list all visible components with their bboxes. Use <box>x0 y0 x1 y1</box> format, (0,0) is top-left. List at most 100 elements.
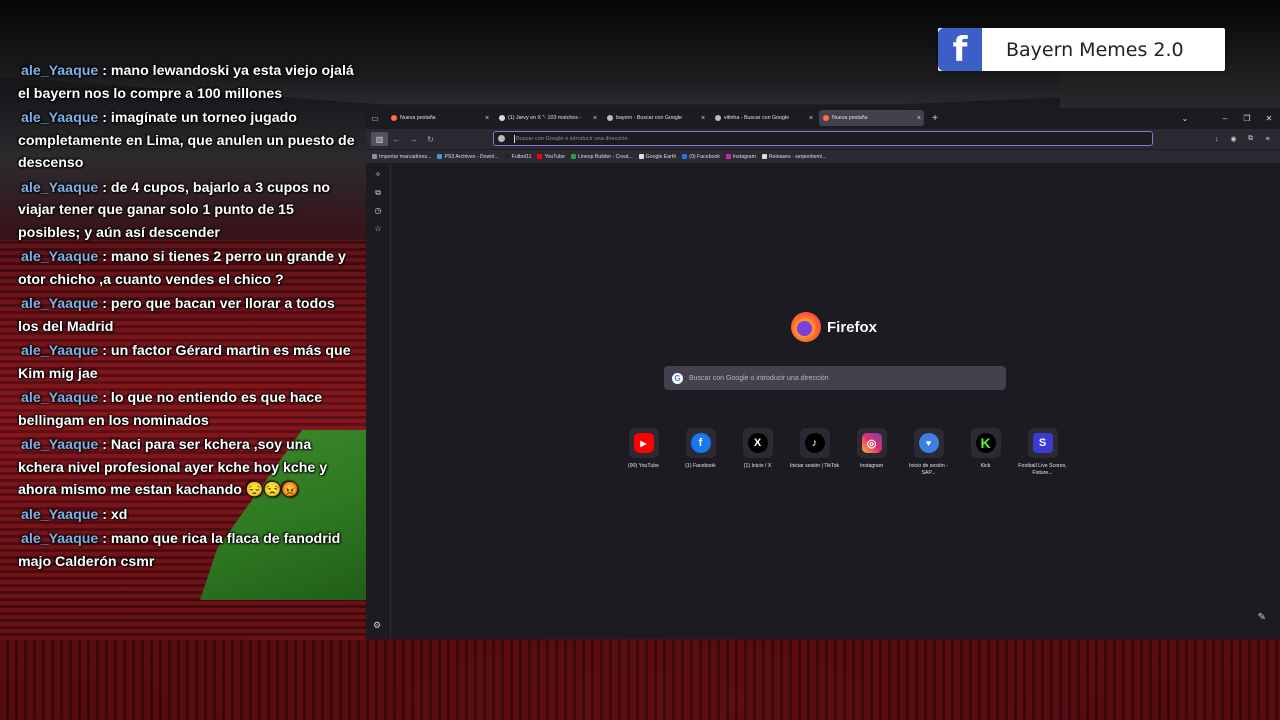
chat-text: xd <box>110 506 128 523</box>
sofascore-icon: S <box>1032 433 1053 453</box>
bookmark-instagram[interactable]: Instagram <box>725 154 756 160</box>
firefox-branding: Firefox <box>791 312 877 342</box>
chat-username: ale_Yaaque <box>21 437 99 453</box>
chat-message: ale_Yaaque : mano que rica la flaca de f… <box>18 531 341 570</box>
tab-vitinha-search[interactable]: vitinha - Buscar con Google × <box>711 110 816 126</box>
bookmark-futbol11[interactable]: Futbol11 <box>504 154 531 160</box>
ps3-archives-icon <box>437 154 443 159</box>
shortcut-label: Kick <box>980 463 991 469</box>
menu-icon[interactable]: ≡ <box>1259 129 1276 149</box>
tiktok-icon: ♪ <box>804 433 825 453</box>
firefox-favicon-icon <box>391 115 397 121</box>
tab-bayern-search[interactable]: bayern - Buscar con Google × <box>603 110 708 126</box>
back-icon[interactable]: ← <box>388 132 405 146</box>
chat-username: ale_Yaaque <box>21 63 99 79</box>
forward-icon[interactable]: → <box>405 132 422 146</box>
chat-overlay: ale_Yaaque : mano lewandoski ya esta vie… <box>18 60 358 575</box>
search-placeholder: Buscar con Google o introducir una direc… <box>689 374 829 382</box>
stadium-seats-bottom <box>0 640 1280 720</box>
account-icon[interactable]: ◉ <box>1225 129 1242 149</box>
close-tab-icon[interactable]: × <box>482 115 492 122</box>
customize-pencil-icon[interactable]: ✎ <box>1258 612 1266 623</box>
chat-message: ale_Yaaque : mano si tienes 2 perro un g… <box>18 249 346 288</box>
sidebar: ✧ ⧉ ◷ ☆ ⚙ <box>366 164 391 639</box>
github-icon <box>761 154 767 159</box>
x-favicon-icon <box>499 115 505 121</box>
close-tab-icon[interactable]: × <box>806 115 816 122</box>
sidebar-settings-icon[interactable]: ⚙ <box>373 620 381 631</box>
chat-username: ale_Yaaque <box>21 110 99 126</box>
synced-tabs-icon[interactable]: ⧉ <box>373 188 383 198</box>
bookmarks-toolbar: Importar marcadores... PS3 Archives - Do… <box>366 150 1280 163</box>
shortcut-instagram[interactable]: ◎ Instagram <box>843 428 900 477</box>
chat-message: ale_Yaaque : xd <box>21 506 128 523</box>
history-icon[interactable]: ◷ <box>373 206 383 216</box>
chat-message: ale_Yaaque : un factor Gérard martin es … <box>18 343 351 382</box>
futbol11-icon <box>504 154 510 159</box>
x-icon: X <box>747 433 768 453</box>
bookmark-import-icon <box>372 154 377 159</box>
tab-label: Nueva pestaña <box>832 115 868 121</box>
shortcut-label: Instagram <box>859 463 884 469</box>
facebook-icon <box>682 154 688 159</box>
tab-label: Nueva pestaña <box>400 115 436 121</box>
downloads-icon[interactable]: ↓ <box>1208 129 1225 149</box>
tab-nueva-pestana-active[interactable]: Nueva pestaña × <box>819 110 924 126</box>
bookmark-releases[interactable]: Releases · serpentiem/... <box>761 154 827 160</box>
tab-list-icon[interactable]: ▭ <box>366 108 384 128</box>
shortcut-sap[interactable]: ♥ Inicio de sesión - SAP... <box>900 428 957 477</box>
bookmarks-icon[interactable]: ☆ <box>373 224 383 234</box>
shortcut-label: Football Live Scores, Fixture... <box>1018 463 1067 476</box>
youtube-icon <box>537 154 543 159</box>
close-window-icon[interactable]: ✕ <box>1258 108 1280 128</box>
chat-message: ale_Yaaque : Naci para ser kchera ,soy u… <box>18 437 328 498</box>
shortcut-kick[interactable]: K Kick <box>957 428 1014 477</box>
lineup-builder-icon <box>570 154 576 159</box>
text-cursor <box>514 134 515 143</box>
google-favicon-icon <box>607 115 613 121</box>
chat-message: ale_Yaaque : lo que no entiendo es que h… <box>18 390 323 429</box>
tab-x-post[interactable]: (1) Jarvy en X "- 103 matches - × <box>495 110 600 126</box>
reload-icon[interactable]: ↻ <box>422 132 439 146</box>
address-bar[interactable]: Buscar con Google o introducir una direc… <box>493 131 1153 146</box>
shortcut-youtube[interactable]: ▶ (90) YouTube <box>615 428 672 477</box>
tab-nueva-pestana[interactable]: Nueva pestaña × <box>387 110 492 126</box>
sidebar-toggle-icon[interactable]: ▥ <box>371 132 388 146</box>
list-all-tabs-icon[interactable]: ⌄ <box>1174 108 1196 128</box>
page-name: Bayern Memes 2.0 <box>1006 38 1184 61</box>
chat-username: ale_Yaaque <box>21 249 99 265</box>
extensions-icon[interactable]: ⧉ <box>1242 129 1259 149</box>
chat-username: ale_Yaaque <box>21 390 99 406</box>
google-favicon-icon <box>715 115 721 121</box>
tab-label: bayern - Buscar con Google <box>616 115 682 121</box>
close-tab-icon[interactable]: × <box>590 115 600 122</box>
close-tab-icon[interactable]: × <box>914 115 924 122</box>
shortcut-football-live-scores[interactable]: S Football Live Scores, Fixture... <box>1014 428 1071 477</box>
shortcut-x[interactable]: X (1) Inicio / X <box>729 428 786 477</box>
bookmark-lineup-builder[interactable]: Lineup Builder - Creat... <box>570 154 633 160</box>
bookmark-import[interactable]: Importar marcadores... <box>372 154 431 160</box>
shortcut-tiktok[interactable]: ♪ Iniciar sesión | TikTok <box>786 428 843 477</box>
minimize-icon[interactable]: – <box>1214 108 1236 128</box>
facebook-icon: f <box>690 433 711 453</box>
bookmark-facebook[interactable]: (9) Facebook <box>682 154 720 160</box>
google-search-engine-icon[interactable] <box>498 135 505 142</box>
bookmark-youtube[interactable]: YouTube <box>537 154 565 160</box>
ai-chatbot-icon[interactable]: ✧ <box>373 170 383 180</box>
bookmark-ps3-archives[interactable]: PS3 Archives - Downl... <box>437 154 499 160</box>
top-sites: ▶ (90) YouTube f (1) Facebook X (1) Inicio … <box>615 428 1071 477</box>
chat-username: ale_Yaaque <box>21 343 99 359</box>
facebook-page-badge: f Bayern Memes 2.0 <box>938 28 1225 71</box>
bookmark-google-earth[interactable]: Google Earth <box>638 154 676 160</box>
maximize-icon[interactable]: ❐ <box>1236 108 1258 128</box>
google-icon: G <box>672 372 683 384</box>
tab-bar: ▭ Nueva pestaña × (1) Jarvy en X "- 103 m… <box>366 108 1280 128</box>
new-tab-search-input[interactable]: G Buscar con Google o introducir una dir… <box>664 366 1006 390</box>
new-tab-button[interactable]: + <box>928 113 942 124</box>
shortcut-label: Inicio de sesión - SAP... <box>909 463 948 476</box>
chat-message: ale_Yaaque : pero que bacan ver llorar a… <box>18 296 335 335</box>
close-tab-icon[interactable]: × <box>698 115 708 122</box>
shortcut-facebook[interactable]: f (1) Facebook <box>672 428 729 477</box>
facebook-logo-icon: f <box>938 28 982 71</box>
navigation-toolbar: ▥ ← → ↻ Buscar con Google o introducir u… <box>366 129 1280 149</box>
